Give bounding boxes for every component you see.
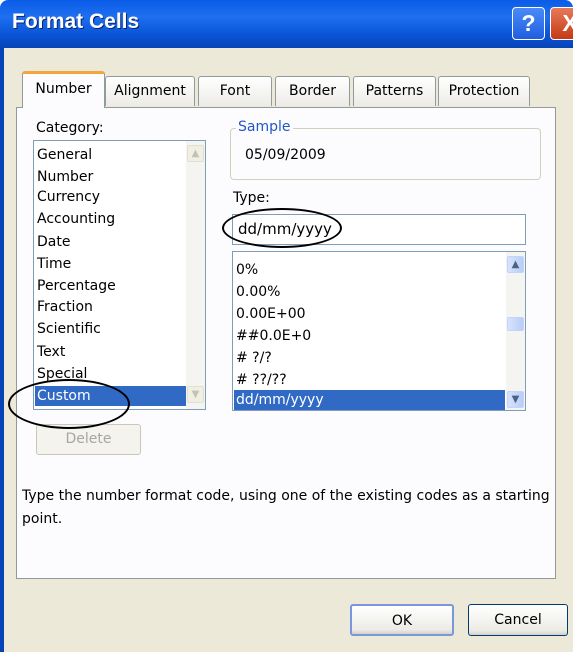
tab-number[interactable]: Number — [22, 71, 105, 108]
description-line-2: point. — [22, 511, 63, 527]
category-item-general[interactable]: General — [37, 145, 92, 165]
category-item-date[interactable]: Date — [37, 232, 70, 252]
tab-border[interactable]: Border — [275, 76, 350, 106]
sample-label: Sample — [236, 119, 293, 135]
category-item-time[interactable]: Time — [37, 254, 71, 274]
tab-font[interactable]: Font — [198, 76, 272, 106]
type-item[interactable]: # ??/?? — [236, 370, 287, 390]
type-item[interactable]: # ?/? — [236, 348, 272, 368]
type-listbox[interactable]: 0% 0.00% 0.00E+00 ##0.0E+0 # ?/? # ??/??… — [232, 251, 526, 411]
type-scrollbar[interactable]: ▲ ▼ — [506, 252, 525, 410]
tab-alignment[interactable]: Alignment — [105, 76, 195, 106]
ok-button[interactable]: OK — [350, 604, 454, 636]
close-button[interactable]: X — [550, 7, 573, 40]
dialog-title: Format Cells — [12, 10, 140, 33]
type-scroll-thumb[interactable] — [507, 317, 524, 331]
sample-value: 05/09/2009 — [245, 147, 326, 163]
cancel-button[interactable]: Cancel — [468, 604, 568, 636]
custom-highlight-ellipse — [8, 379, 130, 429]
delete-button[interactable]: Delete — [36, 424, 141, 455]
tab-protection[interactable]: Protection — [438, 76, 530, 106]
category-item-scientific[interactable]: Scientific — [37, 319, 101, 339]
type-item[interactable]: 0% — [236, 260, 258, 280]
category-item-fraction[interactable]: Fraction — [37, 297, 93, 317]
type-item-selected[interactable]: dd/mm/yyyy — [234, 390, 505, 410]
description-line-1: Type the number format code, using one o… — [22, 488, 550, 504]
tab-patterns[interactable]: Patterns — [353, 76, 436, 106]
category-item-number[interactable]: Number — [37, 167, 93, 187]
category-scroll-up[interactable]: ▲ — [187, 145, 204, 162]
type-item[interactable]: 0.00% — [236, 282, 280, 302]
type-highlight-ellipse — [222, 208, 342, 248]
category-label: Category: — [36, 120, 104, 136]
type-item[interactable]: 0.00E+00 — [236, 304, 306, 324]
format-cells-dialog: Format Cells ? X Number Alignment Font B… — [0, 0, 573, 652]
help-button[interactable]: ? — [512, 7, 545, 40]
category-item-percentage[interactable]: Percentage — [37, 276, 116, 296]
category-scroll-down[interactable]: ▼ — [187, 386, 204, 403]
title-bar[interactable]: Format Cells ? X — [0, 0, 573, 48]
type-scroll-down[interactable]: ▼ — [507, 391, 524, 408]
category-scrollbar[interactable]: ▲ ▼ — [186, 141, 205, 409]
type-scroll-up[interactable]: ▲ — [507, 256, 524, 273]
type-label: Type: — [233, 190, 270, 206]
category-item-currency[interactable]: Currency — [37, 187, 100, 207]
category-listbox[interactable]: General Number Currency Accounting Date … — [33, 140, 206, 410]
category-item-accounting[interactable]: Accounting — [37, 209, 115, 229]
category-item-text[interactable]: Text — [37, 342, 65, 362]
type-item[interactable]: ##0.0E+0 — [236, 326, 311, 346]
